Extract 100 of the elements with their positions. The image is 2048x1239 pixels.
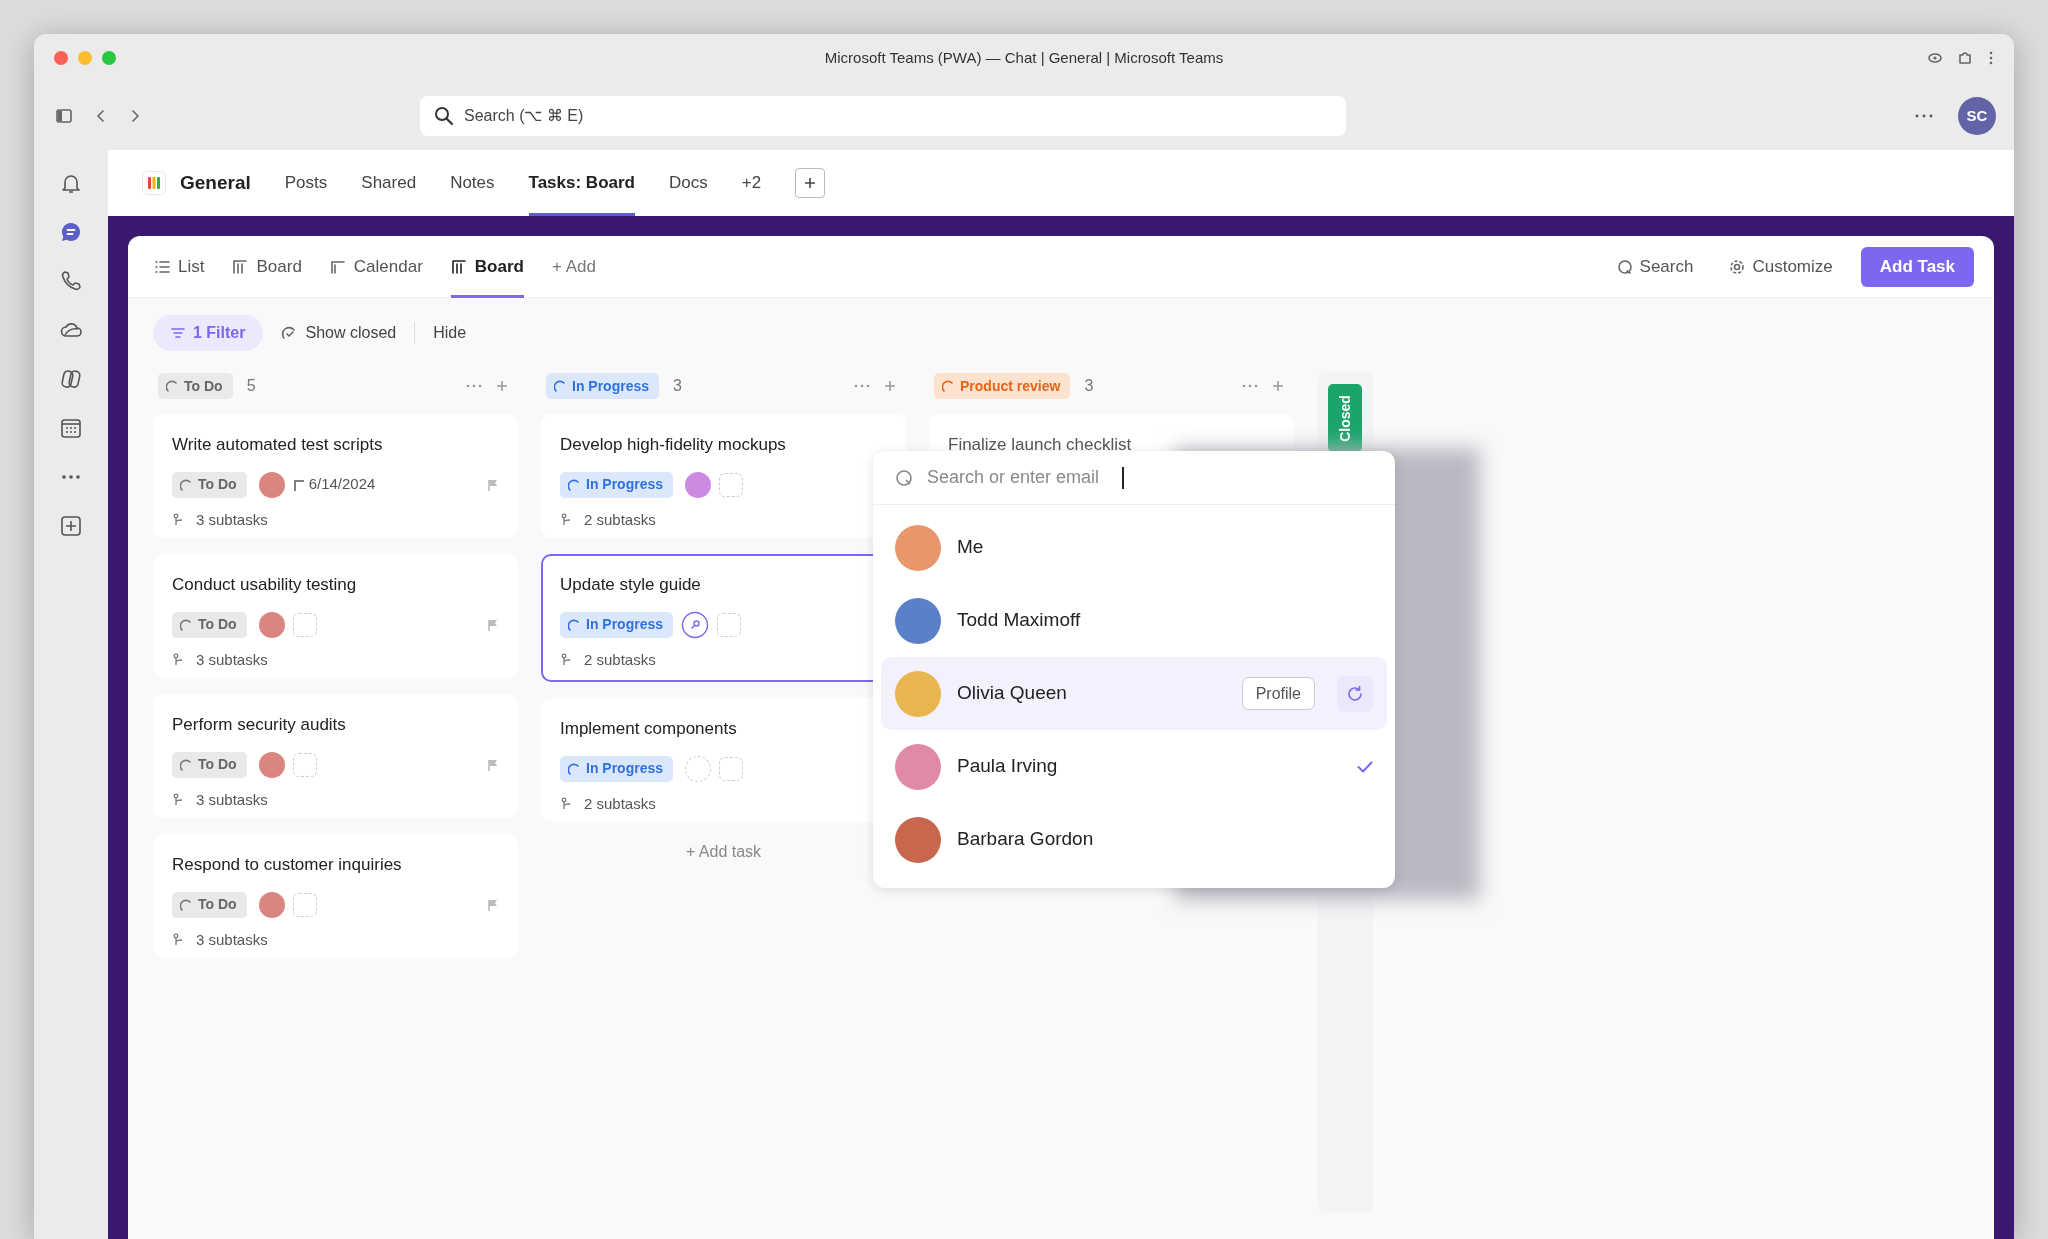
profile-button[interactable]: Profile <box>1241 677 1315 710</box>
channel-tab[interactable]: Notes <box>450 150 495 216</box>
person-name: Barbara Gordon <box>957 827 1095 852</box>
channel-tab[interactable]: Docs <box>669 150 708 216</box>
assignee-avatar[interactable] <box>258 751 285 778</box>
view-tab[interactable]: List <box>154 236 205 298</box>
date-placeholder[interactable] <box>719 472 744 497</box>
status-icon <box>180 758 192 771</box>
status-icon <box>568 618 580 631</box>
app-logo-icon <box>142 171 166 195</box>
search-icon <box>895 468 913 487</box>
task-card[interactable]: Perform security audits To Do 3 subtasks <box>153 694 518 818</box>
task-title: Update style guide <box>560 574 702 596</box>
plus-icon[interactable] <box>884 380 896 392</box>
status-pill[interactable]: To Do <box>172 751 247 778</box>
status-icon <box>180 898 192 911</box>
channel-tab[interactable]: +2 <box>741 150 762 216</box>
add-task-button[interactable]: Add Task <box>1860 246 1974 287</box>
window-control[interactable] <box>102 51 116 65</box>
channel-tab[interactable]: Shared <box>361 150 417 216</box>
customize-link[interactable]: Customize <box>1729 253 1833 280</box>
add-icon[interactable] <box>60 515 82 537</box>
app-icon[interactable] <box>60 368 82 390</box>
person-name: Olivia Queen <box>957 681 1068 706</box>
list-view-icon <box>154 258 170 275</box>
person-name: Todd Maximoff <box>957 608 1082 633</box>
window-title: Microsoft Teams (PWA) — Chat | General | Microsoft Teams <box>824 48 1224 66</box>
status-pill[interactable]: In Progress <box>560 471 674 498</box>
assignee-avatar[interactable] <box>685 471 712 498</box>
add-tab-button[interactable] <box>795 168 826 198</box>
assignee-avatar[interactable] <box>258 611 285 638</box>
refresh-icon <box>1346 684 1364 703</box>
subtasks-label[interactable]: 3 subtasks <box>172 788 499 811</box>
show-closed-toggle[interactable]: Show closed <box>281 321 397 345</box>
task-card[interactable]: Conduct usability testing To Do 3 subtasks <box>153 554 518 678</box>
status-icon <box>554 380 566 392</box>
subtasks-label[interactable]: 3 subtasks <box>172 648 499 671</box>
forward-icon[interactable] <box>130 109 140 123</box>
view-tab[interactable]: Board <box>232 236 302 298</box>
more-icon[interactable] <box>1242 384 1258 388</box>
phone-icon[interactable] <box>60 270 82 292</box>
date-placeholder[interactable] <box>292 752 317 777</box>
date-placeholder[interactable] <box>292 612 317 637</box>
task-card[interactable]: Write automated test scripts To Do 6/14/2024 3 subtasks <box>153 414 518 538</box>
kebab-icon[interactable] <box>1988 51 1994 65</box>
task-card[interactable]: Develop high-fidelity mockups In Progress 2 subtasks <box>541 414 906 538</box>
window-control[interactable] <box>78 51 92 65</box>
status-pill[interactable]: To Do <box>172 891 247 918</box>
status-pill[interactable]: In Progress <box>560 611 674 638</box>
check-icon <box>1357 760 1373 773</box>
channel-tab[interactable]: Posts <box>284 150 328 216</box>
calendar-view-icon <box>329 258 346 275</box>
person-name: Paula Irving <box>957 754 1059 779</box>
add-view-link[interactable]: + Add <box>551 236 596 298</box>
window-control[interactable] <box>54 51 68 65</box>
status-icon <box>568 762 580 775</box>
task-card[interactable]: Respond to customer inquiries To Do 3 subtasks <box>153 834 518 958</box>
date-placeholder[interactable] <box>717 612 742 637</box>
task-count: 3 <box>1084 376 1095 396</box>
status-pill[interactable]: To Do <box>172 471 247 498</box>
hide-button[interactable]: Hide <box>433 321 467 345</box>
search-link[interactable]: Search <box>1616 253 1694 280</box>
plus-icon[interactable] <box>1272 380 1284 392</box>
text-cursor <box>1122 466 1124 489</box>
puzzle-icon[interactable] <box>1958 51 1972 65</box>
due-date[interactable]: 6/14/2024 <box>292 473 376 496</box>
status-pill[interactable]: In Progress <box>546 373 660 399</box>
assignee-avatar[interactable] <box>258 471 285 498</box>
task-title: Develop high-fidelity mockups <box>560 434 787 456</box>
user-avatar[interactable]: SC <box>1958 97 1996 135</box>
task-title: Finalize launch checklist <box>948 434 1133 456</box>
date-placeholder[interactable] <box>292 892 317 917</box>
more-icon[interactable] <box>1914 113 1934 119</box>
chat-icon[interactable] <box>60 221 82 243</box>
refresh-button[interactable] <box>1337 675 1373 712</box>
person-row[interactable]: Olivia Queen Profile <box>881 657 1387 730</box>
status-icon <box>166 380 178 392</box>
status-pill[interactable]: To Do <box>172 611 247 638</box>
date-placeholder[interactable] <box>719 756 744 781</box>
more-icon[interactable] <box>466 384 482 388</box>
sidebar-toggle-icon[interactable] <box>56 109 72 123</box>
eye-icon[interactable] <box>1928 51 1942 65</box>
gear-icon <box>1729 258 1746 275</box>
bell-icon[interactable] <box>60 172 82 194</box>
assignee-icon[interactable] <box>681 610 710 639</box>
status-icon <box>180 478 192 491</box>
status-icon <box>281 325 298 341</box>
plus-icon[interactable] <box>496 380 508 392</box>
back-icon[interactable] <box>96 109 106 123</box>
subtasks-label[interactable]: 3 subtasks <box>172 508 499 531</box>
task-title: Perform security audits <box>172 714 347 736</box>
calendar-icon[interactable] <box>60 417 82 439</box>
person-name: Me <box>957 535 985 560</box>
status-pill[interactable]: To Do <box>158 373 233 399</box>
search-field[interactable]: Search (⌥ ⌘ E) <box>420 96 1346 136</box>
subtasks-label[interactable]: 3 subtasks <box>172 928 499 951</box>
view-tab[interactable]: Calendar <box>329 236 423 298</box>
status-pill[interactable]: In Progress <box>560 755 674 782</box>
more-icon[interactable] <box>854 384 870 388</box>
assignee-avatar[interactable] <box>258 891 285 918</box>
